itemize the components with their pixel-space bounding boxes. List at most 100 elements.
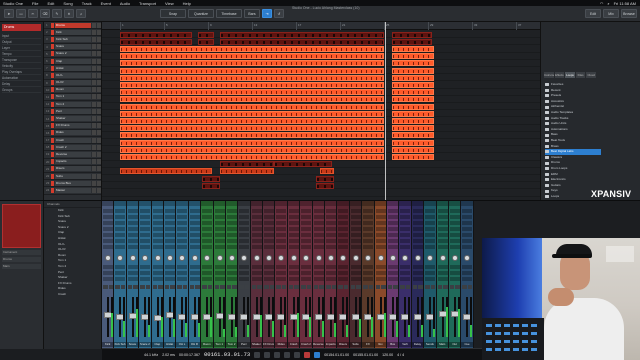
mute-button[interactable] <box>92 51 96 57</box>
insert-slot[interactable] <box>276 245 287 249</box>
track-row[interactable]: 9 OH R <box>44 80 101 87</box>
input-selector[interactable] <box>139 201 151 206</box>
solo-button[interactable] <box>97 137 101 143</box>
pan-knob[interactable] <box>352 255 359 261</box>
solo-button[interactable] <box>97 94 101 100</box>
channel-name[interactable]: Reverse <box>312 342 324 347</box>
solo-button[interactable] <box>97 22 101 28</box>
input-selector[interactable] <box>424 201 436 206</box>
audio-clip[interactable] <box>392 139 434 146</box>
mute-button[interactable] <box>425 285 430 289</box>
solo-button[interactable] <box>257 285 262 289</box>
insert-slot[interactable] <box>338 209 349 213</box>
send-slot[interactable] <box>127 277 138 281</box>
mute-button[interactable] <box>202 285 207 289</box>
track-color[interactable] <box>51 173 54 179</box>
mute-button[interactable] <box>92 180 96 186</box>
menu-item-file[interactable]: File <box>32 1 38 6</box>
solo-button[interactable] <box>244 285 250 289</box>
track-name[interactable]: Reverse <box>55 151 91 157</box>
insert-slot[interactable] <box>363 209 374 213</box>
input-selector[interactable] <box>225 201 238 206</box>
mute-button[interactable] <box>363 285 368 289</box>
insert-slot[interactable] <box>387 221 398 225</box>
track-name[interactable]: Kick <box>55 29 91 35</box>
send-slot[interactable] <box>288 271 299 275</box>
insert-slot[interactable] <box>127 209 138 213</box>
mute-button[interactable] <box>92 173 96 179</box>
track-name[interactable]: Crash 2 <box>55 144 91 150</box>
mute-button[interactable] <box>92 80 96 86</box>
pan-knob[interactable] <box>402 255 409 261</box>
solo-button[interactable] <box>97 187 101 193</box>
insert-slot[interactable] <box>251 221 262 225</box>
channel-name[interactable]: Tom 1 <box>213 342 225 347</box>
insert-slot[interactable] <box>387 239 398 243</box>
insert-slot[interactable] <box>140 221 151 225</box>
track-color[interactable] <box>51 44 54 50</box>
insert-slot[interactable] <box>152 227 163 231</box>
insert-slot[interactable] <box>127 227 138 231</box>
send-slot[interactable] <box>437 271 448 275</box>
send-slot[interactable] <box>251 265 262 269</box>
insert-slot[interactable] <box>387 245 398 249</box>
channel-name[interactable]: Sends <box>424 342 436 347</box>
input-selector[interactable] <box>163 201 176 206</box>
track-name[interactable]: Tom 1 <box>55 94 91 100</box>
insert-slot[interactable] <box>251 227 262 231</box>
audio-clip[interactable] <box>198 38 214 45</box>
insert-slot[interactable] <box>313 233 324 237</box>
insert-slot[interactable] <box>202 215 213 219</box>
input-selector[interactable] <box>201 201 213 206</box>
track-row[interactable]: 2 Kick <box>44 29 101 37</box>
track-row[interactable]: 20 Impacts <box>44 159 101 166</box>
mute-button[interactable] <box>92 58 96 64</box>
solo-button[interactable] <box>207 285 213 289</box>
input-selector[interactable] <box>399 201 411 206</box>
channel-name[interactable]: FX Drums <box>263 342 275 347</box>
solo-button[interactable] <box>232 285 237 289</box>
track-color[interactable] <box>51 94 54 100</box>
insert-slot[interactable] <box>276 209 287 213</box>
insert-slot[interactable] <box>164 215 175 219</box>
insert-slot[interactable] <box>425 245 436 249</box>
mute-button[interactable] <box>92 29 96 35</box>
send-slot[interactable] <box>202 271 213 275</box>
insert-slot[interactable] <box>425 239 436 243</box>
send-slot[interactable] <box>338 271 349 275</box>
insert-slot[interactable] <box>462 221 473 225</box>
insert-slot[interactable] <box>152 245 163 249</box>
send-slot[interactable] <box>226 271 237 275</box>
solo-button[interactable] <box>97 180 101 186</box>
audio-clip[interactable] <box>392 53 434 60</box>
mute-button[interactable] <box>338 285 343 289</box>
solo-button[interactable] <box>294 285 299 289</box>
solo-button[interactable] <box>97 108 101 114</box>
channel-name[interactable]: Risers <box>337 342 349 347</box>
send-slot[interactable] <box>226 277 237 281</box>
send-slot[interactable] <box>189 277 200 281</box>
insert-slot[interactable] <box>140 215 151 219</box>
send-slot[interactable] <box>425 277 436 281</box>
mute-button[interactable] <box>140 285 145 289</box>
mute-button[interactable] <box>226 285 232 289</box>
solo-button[interactable] <box>97 166 101 172</box>
send-slot[interactable] <box>189 271 200 275</box>
audio-clip[interactable] <box>120 125 384 132</box>
send-slot[interactable] <box>301 277 312 281</box>
insert-slot[interactable] <box>264 221 275 225</box>
insert-slot[interactable] <box>239 239 250 243</box>
channel-strip[interactable]: Impacts <box>325 201 338 349</box>
input-selector[interactable] <box>287 201 300 206</box>
pan-knob[interactable] <box>228 255 235 261</box>
follow-button[interactable]: ⇥ <box>262 9 272 18</box>
insert-slot[interactable] <box>140 209 151 213</box>
insert-slot[interactable] <box>387 233 398 237</box>
channel-name[interactable]: Snare 2 <box>139 342 151 347</box>
insert-slot[interactable] <box>326 227 337 231</box>
solo-button[interactable] <box>182 285 188 289</box>
input-selector[interactable] <box>436 201 448 206</box>
insert-slot[interactable] <box>214 221 225 225</box>
channel-strip[interactable]: OH L <box>176 201 189 349</box>
audio-clip[interactable] <box>120 139 384 146</box>
